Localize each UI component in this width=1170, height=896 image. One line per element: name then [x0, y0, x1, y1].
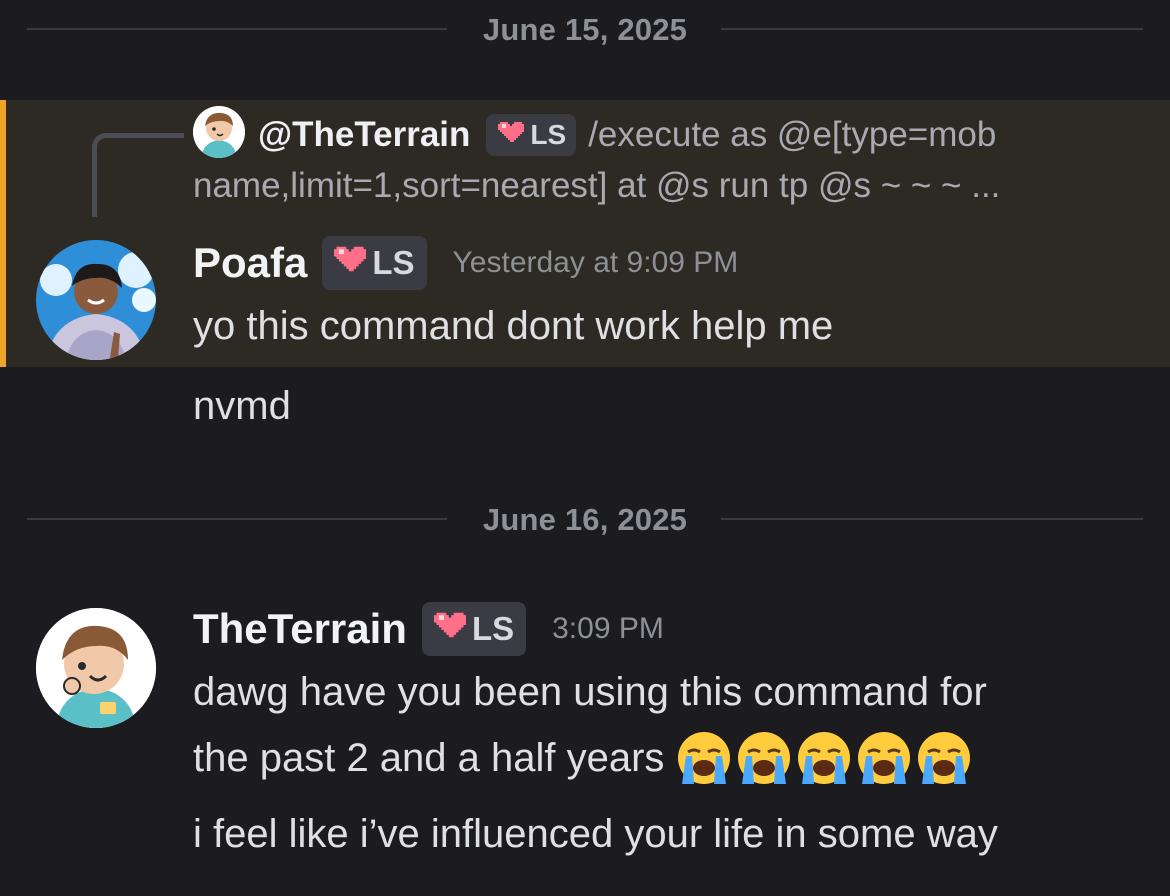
message-content-line[interactable]: the past 2 and a half years	[193, 730, 976, 786]
message-content[interactable]: yo this command dont work help me	[193, 304, 833, 349]
guild-tag[interactable]: LS	[486, 114, 577, 156]
reply-header: @TheTerrain LS /execute as @e[type=mob	[258, 111, 996, 159]
date-label: June 16, 2025	[482, 502, 688, 537]
mention-bar	[0, 100, 6, 367]
reply-connector	[92, 133, 184, 217]
message-content[interactable]: nvmd	[193, 384, 291, 429]
guild-tag[interactable]: LS	[322, 236, 427, 290]
guild-tag-label: LS	[471, 610, 515, 647]
date-divider: June 16, 2025	[27, 500, 1143, 537]
pixel-heart-icon	[334, 244, 367, 282]
message-content[interactable]: i feel like i’ve influenced your life in…	[193, 812, 998, 857]
reply-avatar[interactable]	[193, 106, 245, 158]
date-divider: June 15, 2025	[27, 10, 1143, 47]
reply-preview-text[interactable]: /execute as @e[type=mob	[588, 115, 996, 155]
guild-tag[interactable]: LS	[421, 602, 527, 656]
reply-preview-text-cont[interactable]: name,limit=1,sort=nearest] at @s run tp …	[193, 166, 1000, 206]
username[interactable]: TheTerrain	[193, 605, 407, 653]
loudly-crying-face-icon	[738, 732, 791, 784]
message-content[interactable]: dawg have you been using this command fo…	[193, 670, 987, 715]
message-header: Poafa LS Yesterday at 9:09 PM	[193, 236, 738, 290]
message-text: the past 2 and a half years	[193, 735, 665, 780]
guild-tag-label: LS	[530, 119, 567, 150]
user-avatar[interactable]	[36, 240, 156, 360]
username[interactable]: Poafa	[193, 239, 307, 287]
timestamp[interactable]: Yesterday at 9:09 PM	[453, 246, 739, 280]
reply-author[interactable]: @TheTerrain	[258, 115, 470, 155]
user-avatar[interactable]	[36, 608, 156, 728]
loudly-crying-face-icon	[798, 732, 851, 784]
message-header: TheTerrain LS 3:09 PM	[193, 602, 664, 656]
loudly-crying-face-icon	[678, 732, 731, 784]
date-label: June 15, 2025	[482, 12, 688, 47]
loudly-crying-face-icon	[918, 732, 971, 784]
divider-line	[721, 518, 1143, 520]
emoji-group	[676, 730, 976, 786]
divider-line	[721, 28, 1143, 30]
pixel-heart-icon	[498, 119, 525, 151]
loudly-crying-face-icon	[858, 732, 911, 784]
timestamp[interactable]: 3:09 PM	[552, 612, 664, 646]
guild-tag-label: LS	[372, 244, 415, 281]
pixel-heart-icon	[433, 610, 466, 648]
